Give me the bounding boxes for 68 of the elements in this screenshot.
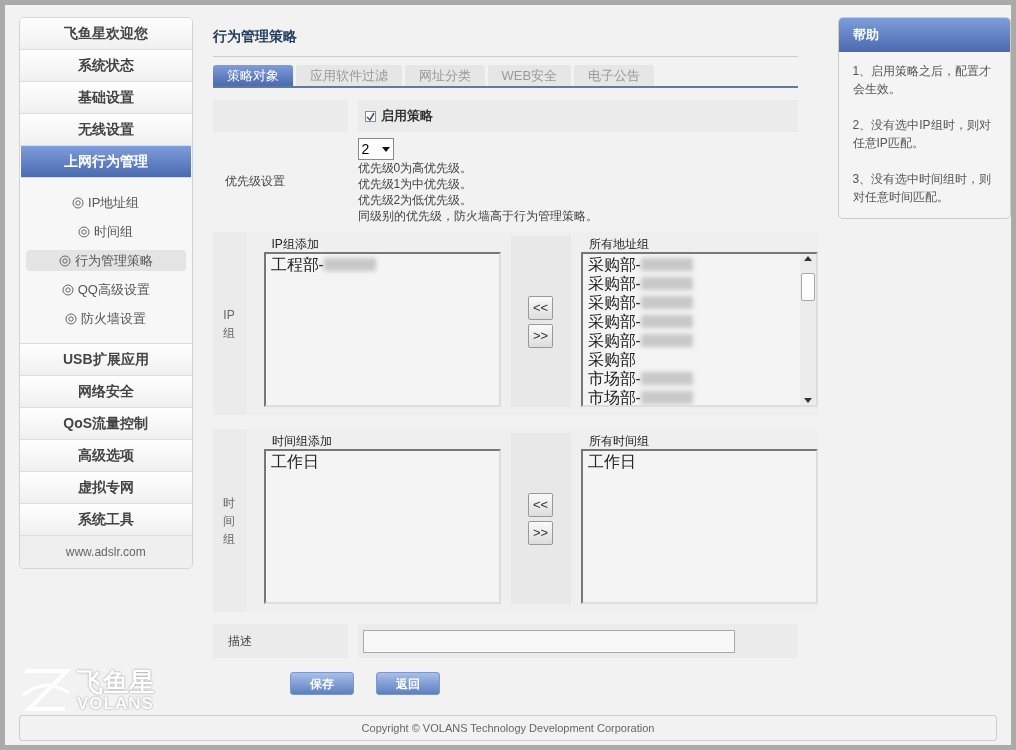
sidebar-item[interactable]: 网络安全 — [20, 376, 192, 408]
copyright-text: Copyright © VOLANS Technology Development Corporation — [361, 720, 655, 736]
list-item[interactable]: 采购部- — [587, 255, 641, 274]
list-item[interactable]: 采购部 — [587, 350, 636, 369]
scroll-down-icon[interactable] — [803, 398, 812, 403]
priority-note: 优先级1为中优先级。 — [357, 176, 474, 192]
scroll-thumb[interactable] — [800, 273, 815, 301]
sidebar-item[interactable]: 系统工具 — [20, 504, 192, 536]
bullet-icon — [78, 225, 91, 238]
field-label: 描述 — [227, 633, 252, 650]
list-item[interactable]: 工作日 — [587, 452, 636, 471]
priority-select[interactable]: 2 — [357, 138, 394, 160]
submenu-item[interactable]: QQ高级设置 — [61, 279, 150, 300]
sidebar-item[interactable]: 上网行为管理 — [21, 146, 191, 178]
sidebar-item[interactable]: 基础设置 — [20, 82, 192, 114]
list-title: 所有时间组 — [587, 433, 650, 449]
help-text: 3、没有选中时间组时，则对任意时间匹配。 — [852, 171, 993, 206]
list-item[interactable]: 工程部- — [270, 255, 324, 274]
move-button[interactable]: >> — [528, 323, 553, 348]
sidebar-item[interactable]: 高级选项 — [20, 440, 192, 472]
list-item[interactable]: 市场部- — [587, 369, 641, 388]
priority-note: 优先级2为低优先级。 — [357, 192, 474, 208]
list-box[interactable]: 采购部- 采购部- 采购部- 采购部- 采购部- 采购部 市场部- 市场部- — [580, 252, 818, 407]
enable-checkbox[interactable] — [364, 110, 376, 122]
field-label: 优先级设置 — [224, 173, 285, 190]
list-item[interactable]: 工作日 — [270, 452, 319, 471]
sidebar-item[interactable]: USB扩展应用 — [20, 344, 192, 376]
scroll-up-icon[interactable] — [803, 256, 812, 261]
move-button[interactable]: << — [528, 492, 553, 517]
priority-note: 同级别的优先级，防火墙高于行为管理策略。 — [357, 208, 598, 224]
list-item[interactable]: 市场部- — [587, 388, 641, 405]
checkbox-label: 启用策略 — [380, 107, 433, 126]
bullet-icon — [72, 196, 85, 209]
group-label: IP组 — [223, 306, 235, 342]
priority-note: 优先级0为高优先级。 — [357, 160, 474, 176]
bullet-icon — [65, 312, 78, 325]
sidebar-item[interactable]: 飞鱼星欢迎您 — [20, 18, 192, 50]
list-title: IP组添加 — [270, 236, 320, 252]
list-item[interactable]: 采购部- — [587, 312, 641, 331]
list-title: 时间组添加 — [270, 433, 333, 449]
submenu-item[interactable]: 时间组 — [78, 221, 134, 242]
move-button[interactable]: >> — [528, 520, 553, 545]
list-title: 所有地址组 — [587, 236, 650, 252]
help-text: 1、启用策略之后，配置才会生效。 — [852, 63, 993, 98]
move-button[interactable]: << — [528, 295, 553, 320]
list-box[interactable]: 工程部- — [263, 252, 501, 407]
scrollbar[interactable] — [799, 254, 816, 405]
submenu-item[interactable]: IP地址组 — [72, 192, 140, 213]
help-title: 帮助 — [852, 26, 879, 45]
help-text: 2、没有选中IP组时，则对任意IP匹配。 — [852, 117, 992, 152]
group-label: 时间组 — [223, 494, 235, 548]
tab[interactable]: 策略对象 — [212, 65, 293, 86]
list-box[interactable]: 工作日 — [263, 449, 501, 604]
dropdown-caret-icon — [381, 146, 390, 152]
sidebar-item[interactable]: 无线设置 — [20, 114, 192, 146]
list-box[interactable]: 工作日 — [580, 449, 818, 604]
list-item[interactable]: 采购部- — [587, 274, 641, 293]
submenu-item[interactable]: 防火墙设置 — [65, 308, 147, 329]
submenu-item[interactable]: 行为管理策略 — [25, 250, 186, 271]
bullet-icon — [61, 283, 74, 296]
bullet-icon — [58, 254, 71, 267]
sidebar-item[interactable]: QoS流量控制 — [20, 408, 192, 440]
list-item[interactable]: 采购部- — [587, 331, 641, 350]
description-input[interactable] — [362, 629, 735, 653]
sidebar-item[interactable]: 系统状态 — [20, 50, 192, 82]
page-title: 行为管理策略 — [212, 28, 297, 44]
list-item[interactable]: 采购部- — [587, 293, 641, 312]
sidebar-item[interactable]: 虚拟专网 — [20, 472, 192, 504]
